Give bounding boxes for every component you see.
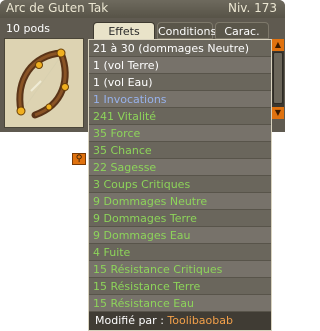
magnifier-icon[interactable]: ⚲ <box>72 153 86 165</box>
tab-conditions[interactable]: Conditions <box>157 22 217 39</box>
title-bar: Arc de Guten Tak Niv. 173 <box>0 0 285 18</box>
arrow-down-icon[interactable]: ▼ <box>272 107 284 119</box>
effect-row: 4 Fuite <box>89 244 271 261</box>
item-image-frame: ⚲ <box>4 38 86 165</box>
tab-carac[interactable]: Carac. <box>215 22 269 39</box>
tab-conditions-label: Conditions <box>158 25 217 38</box>
effect-row: 15 Résistance Eau <box>89 295 271 312</box>
bow-item-icon <box>16 48 69 119</box>
modified-by-author: Toolibaobab <box>167 314 233 327</box>
effect-row: 21 à 30 (dommages Neutre) <box>89 40 271 57</box>
modified-by-label: Modifié par : <box>95 314 168 327</box>
effect-row: 15 Résistance Critiques <box>89 261 271 278</box>
effect-row: 15 Résistance Terre <box>89 278 271 295</box>
tab-effets-label: Effets <box>108 25 140 38</box>
effect-row: 9 Dommages Eau <box>89 227 271 244</box>
effect-row: 22 Sagesse <box>89 159 271 176</box>
effect-row: 35 Chance <box>89 142 271 159</box>
effect-row: 9 Dommages Terre <box>89 210 271 227</box>
effect-row: 35 Force <box>89 125 271 142</box>
arrow-up-icon[interactable]: ▲ <box>272 39 284 51</box>
effect-row: 1 Invocations <box>89 91 271 108</box>
tab-effets[interactable]: Effets <box>93 22 155 39</box>
effect-row: 241 Vitalité <box>89 108 271 125</box>
scroll-thumb[interactable] <box>273 52 283 104</box>
effect-row: 1 (vol Eau) <box>89 74 271 91</box>
item-title: Arc de Guten Tak <box>6 1 109 15</box>
effect-row: 9 Dommages Neutre <box>89 193 271 210</box>
effects-scrollbar[interactable]: ▲ ▼ <box>272 39 284 119</box>
effect-row: 3 Coups Critiques <box>89 176 271 193</box>
effects-list[interactable]: 21 à 30 (dommages Neutre) 1 (vol Terre) … <box>88 39 272 331</box>
modified-by-footer: Modifié par : Toolibaobab <box>89 312 271 330</box>
pods-weight: 10 pods <box>6 22 50 35</box>
effect-row: 1 (vol Terre) <box>89 57 271 74</box>
tab-carac-label: Carac. <box>224 25 260 38</box>
item-level: Niv. 173 <box>227 1 277 15</box>
